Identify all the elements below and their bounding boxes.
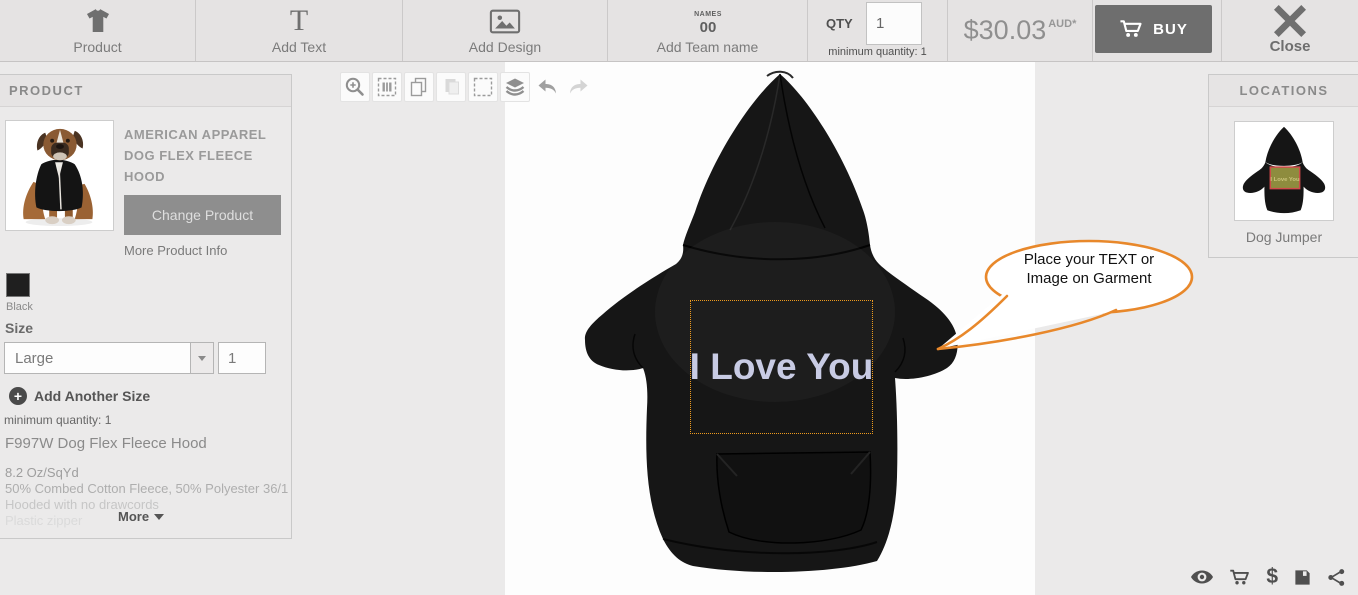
locations-panel: LOCATIONS I Love You Dog Jumper	[1208, 74, 1358, 258]
dog-photo-illustration	[6, 121, 113, 230]
product-panel-header: PRODUCT	[0, 75, 291, 107]
add-another-size-button[interactable]: + Add Another Size	[9, 387, 150, 405]
product-title: AMERICAN APPAREL DOG FLEX FLEECE HOOD	[124, 124, 286, 187]
location-label: Dog Jumper	[1209, 229, 1358, 245]
tab-product-label: Product	[73, 39, 121, 55]
top-toolbar: Product T Add Text Add Design NAMES 00	[0, 0, 1358, 62]
qty-label: QTY	[826, 16, 853, 31]
redo-icon-disabled[interactable]	[564, 72, 594, 102]
preview-eye-icon[interactable]	[1190, 569, 1214, 585]
add-another-size-label: Add Another Size	[34, 388, 150, 404]
product-photo	[5, 120, 114, 231]
tab-add-design-label: Add Design	[469, 39, 541, 55]
change-product-button[interactable]: Change Product	[124, 195, 281, 235]
qty-input[interactable]	[866, 2, 922, 45]
price-dollar-icon[interactable]: $	[1266, 565, 1278, 589]
cart-icon[interactable]	[1229, 568, 1251, 587]
paste-icon-disabled[interactable]	[436, 72, 466, 102]
image-icon	[489, 4, 521, 38]
buy-button-label: BUY	[1153, 21, 1188, 38]
more-specs-link[interactable]: More	[118, 509, 164, 524]
tab-add-text-label: Add Text	[272, 39, 326, 55]
price-section: $30.03 AUD*	[948, 0, 1093, 61]
size-select[interactable]: Large	[4, 342, 214, 374]
spec-line: 8.2 Oz/SqYd	[5, 465, 288, 481]
size-select-value: Large	[15, 350, 53, 367]
marquee-selection-icon[interactable]	[468, 72, 498, 102]
color-swatch-label: Black	[6, 301, 33, 313]
price-currency: AUD*	[1048, 18, 1076, 30]
qty-minimum-note: minimum quantity: 1	[808, 46, 947, 58]
product-sku-name: F997W Dog Flex Fleece Hood	[5, 435, 207, 452]
design-text: I Love You	[690, 346, 874, 388]
tab-add-team-name[interactable]: NAMES 00 Add Team name	[608, 0, 808, 61]
spec-line: 50% Combed Cotton Fleece, 50% Polyester …	[5, 481, 288, 497]
location-thumbnail-dog-jumper[interactable]: I Love You	[1234, 121, 1334, 221]
tab-add-design[interactable]: Add Design	[403, 0, 608, 61]
price-amount: $30.03	[964, 15, 1047, 46]
minimum-quantity-note: minimum quantity: 1	[4, 413, 111, 427]
team-names-icon: NAMES 00	[686, 4, 730, 38]
color-swatch-black[interactable]	[6, 273, 30, 297]
more-product-info-link[interactable]: More Product Info	[124, 243, 227, 258]
print-area-design[interactable]: I Love You	[690, 300, 873, 434]
copy-icon[interactable]	[404, 72, 434, 102]
size-label: Size	[5, 320, 33, 336]
tshirt-icon	[83, 4, 113, 38]
save-floppy-icon[interactable]	[1293, 568, 1312, 587]
undo-icon[interactable]	[532, 72, 562, 102]
product-panel: PRODUCT	[0, 74, 292, 539]
quantity-section: QTY minimum quantity: 1	[808, 0, 948, 61]
footer-actions: $	[1190, 565, 1346, 589]
close-label: Close	[1270, 38, 1311, 55]
text-icon: T	[290, 4, 308, 38]
svg-text:I Love You: I Love You	[1270, 177, 1300, 183]
canvas-toolbar	[340, 72, 594, 102]
buy-button[interactable]: BUY	[1095, 5, 1212, 53]
location-thumbnail-illustration: I Love You	[1235, 122, 1333, 220]
tab-add-team-name-label: Add Team name	[657, 39, 759, 55]
buy-section: BUY	[1093, 0, 1222, 61]
close-button[interactable]: Close	[1222, 0, 1358, 61]
close-x-icon	[1274, 4, 1306, 38]
layers-icon[interactable]	[500, 72, 530, 102]
tooltip-text: Place your TEXT or Image on Garment	[1003, 250, 1175, 288]
tab-product[interactable]: Product	[0, 0, 196, 61]
chevron-down-icon	[190, 343, 213, 373]
select-all-icon[interactable]	[372, 72, 402, 102]
locations-panel-header: LOCATIONS	[1209, 75, 1358, 107]
zoom-in-icon[interactable]	[340, 72, 370, 102]
svg-text:00: 00	[699, 19, 716, 36]
plus-icon: +	[9, 387, 27, 405]
size-quantity-input[interactable]	[218, 342, 266, 374]
svg-text:NAMES: NAMES	[694, 11, 722, 18]
share-icon[interactable]	[1327, 568, 1346, 587]
cart-icon	[1119, 19, 1144, 39]
chevron-down-icon	[154, 514, 164, 520]
tab-add-text[interactable]: T Add Text	[196, 0, 403, 61]
